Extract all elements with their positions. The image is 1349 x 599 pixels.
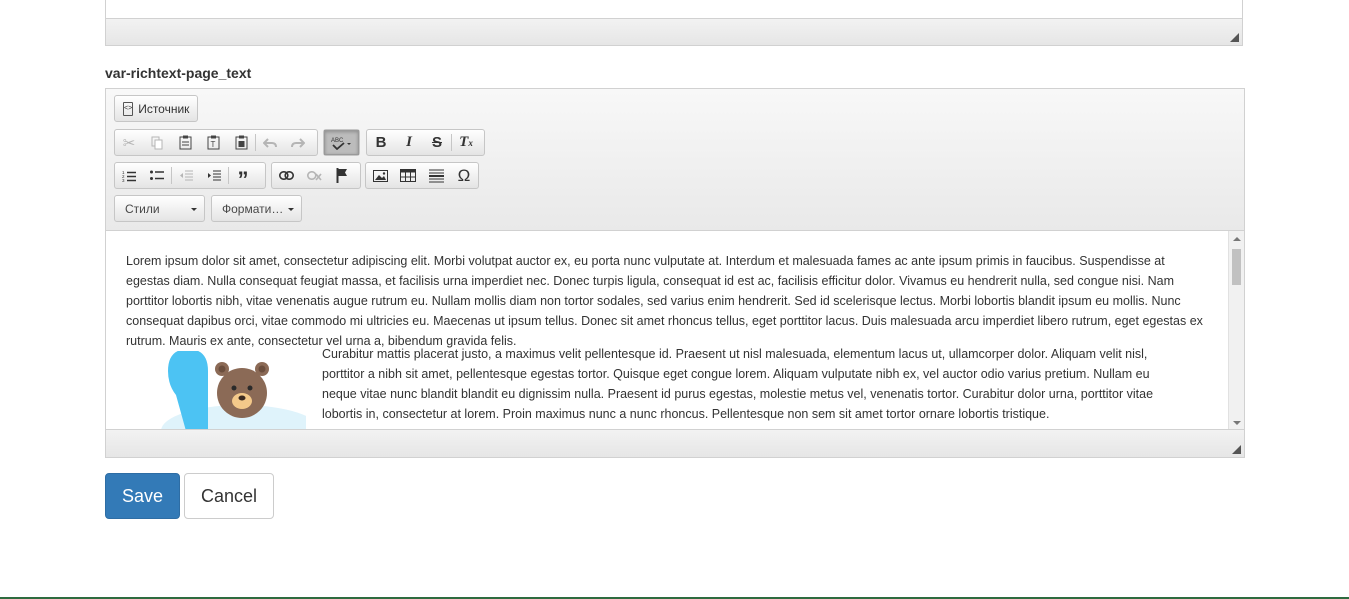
links-group [271,162,361,189]
editor-content-area[interactable]: Lorem ipsum dolor sit amet, consectetur … [106,231,1244,431]
unlink-icon[interactable] [300,163,328,188]
format-dropdown-label: Формати… [222,201,284,216]
svg-text:3: 3 [122,178,125,182]
basicstyles-group: B I S Tx [366,129,485,156]
editor-document: Lorem ipsum dolor sit amet, consectetur … [126,251,1208,351]
svg-text:ABC: ABC [331,138,344,144]
svg-text:T: T [210,140,215,149]
chevron-down-icon [191,208,197,211]
paste-word-icon[interactable] [227,130,255,155]
horizontal-rule-icon[interactable] [422,163,450,188]
content-paragraph-1: Lorem ipsum dolor sit amet, consectetur … [126,254,1203,348]
special-character-icon[interactable]: Ω [450,163,478,188]
numbered-list-icon[interactable]: 123 [115,163,143,188]
previous-editor-bottom-bar [106,18,1242,45]
copy-icon[interactable] [143,130,171,155]
image-icon[interactable] [366,163,394,188]
link-icon[interactable] [272,163,300,188]
blockquote-icon[interactable]: ” [229,163,257,192]
undo-icon[interactable] [256,130,284,155]
source-label: Источник [138,101,190,116]
field-label: var-richtext-page_text [105,65,252,81]
source-icon: <> [123,101,134,116]
resize-grip-icon[interactable] [1232,445,1241,454]
clipboard-group: ✂ T [114,129,318,156]
cut-icon[interactable]: ✂ [115,130,143,155]
styles-dropdown-label: Стили [125,201,160,216]
paste-icon[interactable] [171,130,199,155]
editor-toolbar: <> Источник ✂ T ABC B I S T x 1 2 3 ” Ω … [106,89,1244,231]
anchor-flag-icon[interactable] [328,163,356,188]
bear-illustration [146,351,306,431]
italic-icon[interactable]: I [395,130,423,155]
spellcheck-group: ABC [323,129,360,156]
indent-icon[interactable] [200,163,228,188]
cancel-button[interactable]: Cancel [184,473,274,519]
strikethrough-icon[interactable]: S [423,130,451,155]
insert-group: Ω [365,162,479,189]
editor-scrollbar[interactable] [1228,231,1244,431]
paragraph-group: 123 ” [114,162,266,192]
redo-icon[interactable] [284,130,312,155]
scroll-up-icon[interactable] [1233,237,1241,241]
bulleted-list-icon[interactable] [143,163,171,188]
spellcheck-icon[interactable]: ABC [324,130,359,155]
previous-editor [105,0,1243,46]
chevron-down-icon [288,208,294,211]
rich-text-editor: <> Источник ✂ T ABC B I S T x 1 2 3 ” Ω … [105,88,1245,458]
styles-dropdown[interactable]: Стили [114,195,205,222]
resize-grip-icon[interactable] [1230,33,1239,42]
format-dropdown[interactable]: Формати… [211,195,302,222]
editor-bottom-bar [106,429,1244,457]
scroll-down-icon[interactable] [1233,421,1241,425]
outdent-icon[interactable] [172,163,200,188]
content-paragraph-2: Curabitur mattis placerat justo, a maxim… [322,347,1154,421]
save-button[interactable]: Save [105,473,180,519]
table-icon[interactable] [394,163,422,188]
source-button[interactable]: <> Источник [114,95,198,122]
scroll-thumb[interactable] [1232,249,1241,285]
bold-icon[interactable]: B [367,130,395,155]
paste-text-icon[interactable]: T [199,130,227,155]
remove-format-icon[interactable]: Tx [452,130,480,155]
